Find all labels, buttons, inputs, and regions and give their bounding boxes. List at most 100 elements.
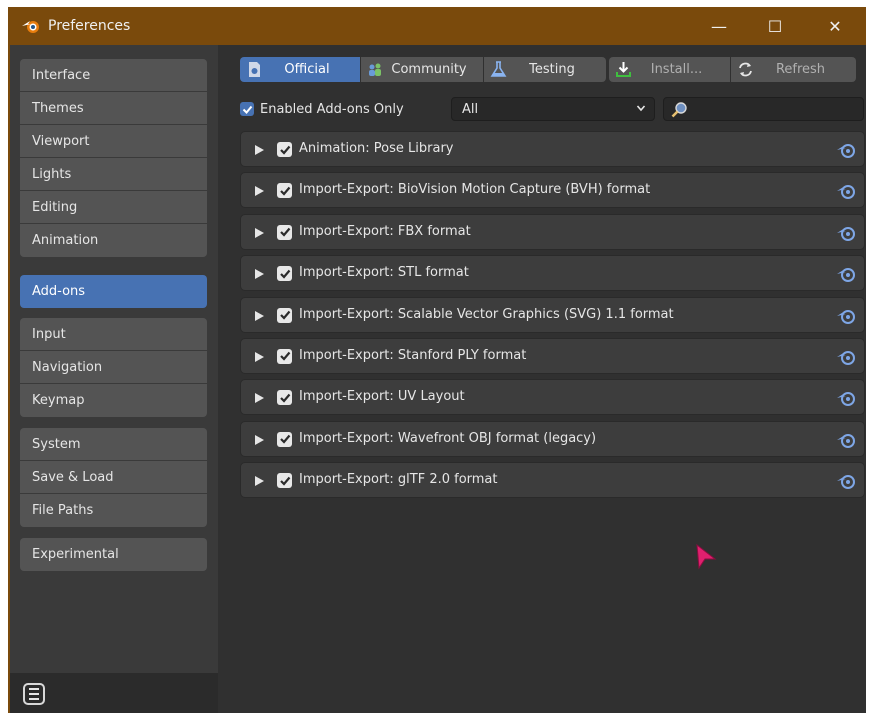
window-title: Preferences — [48, 18, 131, 34]
addon-name: Import-Export: STL format — [299, 265, 469, 281]
addon-row[interactable]: Import-Export: Wavefront OBJ format (leg… — [240, 420, 865, 457]
expand-arrow-icon[interactable] — [255, 310, 264, 321]
sidebar-item-save-load[interactable]: Save & Load — [20, 461, 207, 494]
official-blender-icon — [837, 309, 855, 324]
addon-name: Import-Export: glTF 2.0 format — [299, 472, 498, 488]
expand-arrow-icon[interactable] — [255, 351, 264, 362]
addon-enabled-checkbox[interactable] — [277, 473, 292, 489]
sidebar-group-addons: Add-ons — [20, 275, 207, 308]
support-level-tabs: Official Community Testing — [240, 57, 606, 82]
tab-testing[interactable]: Testing — [484, 57, 606, 82]
addon-enabled-checkbox[interactable] — [277, 183, 292, 199]
addon-row[interactable]: Import-Export: UV Layout — [240, 379, 865, 416]
addons-panel: Official Community Testing Install... Re… — [220, 45, 866, 713]
sidebar-item-file-paths[interactable]: File Paths — [20, 494, 207, 527]
addon-name: Import-Export: Stanford PLY format — [299, 347, 527, 363]
close-button[interactable]: ✕ — [812, 7, 858, 45]
official-blender-icon — [837, 433, 855, 448]
official-blender-icon — [837, 475, 855, 490]
preferences-window: Preferences — ☐ ✕ Interface Themes Viewp… — [8, 7, 866, 713]
addon-enabled-checkbox[interactable] — [277, 266, 292, 282]
sidebar-item-input[interactable]: Input — [20, 318, 207, 351]
tab-community[interactable]: Community — [361, 57, 484, 82]
sidebar-item-interface[interactable]: Interface — [20, 59, 207, 92]
maximize-icon: ☐ — [767, 16, 783, 36]
addon-enabled-checkbox[interactable] — [277, 307, 292, 323]
addon-name: Import-Export: Scalable Vector Graphics … — [299, 306, 674, 322]
expand-arrow-icon[interactable] — [255, 186, 264, 197]
addon-name: Import-Export: BioVision Motion Capture … — [299, 182, 651, 198]
enabled-only-toggle[interactable]: Enabled Add-ons Only — [240, 100, 404, 118]
official-blender-icon — [837, 185, 855, 200]
enabled-only-label: Enabled Add-ons Only — [260, 101, 404, 117]
official-blender-icon — [837, 226, 855, 241]
blender-logo-icon — [22, 21, 39, 33]
addon-name: Import-Export: UV Layout — [299, 389, 465, 405]
expand-arrow-icon[interactable] — [255, 227, 264, 238]
official-blender-icon — [837, 268, 855, 283]
official-blender-icon — [837, 350, 855, 365]
official-blender-icon — [837, 392, 855, 407]
addon-enabled-checkbox[interactable] — [277, 142, 292, 157]
sidebar-footer — [10, 673, 218, 713]
category-value: All — [462, 101, 479, 117]
maximize-button[interactable]: ☐ — [752, 7, 798, 45]
expand-arrow-icon[interactable] — [255, 393, 264, 404]
sidebar-item-lights[interactable]: Lights — [20, 158, 207, 191]
preferences-sidebar: Interface Themes Viewport Lights Editing… — [10, 45, 218, 713]
community-icon — [369, 63, 381, 76]
sidebar-item-experimental[interactable]: Experimental — [20, 538, 207, 571]
expand-arrow-icon[interactable] — [255, 476, 264, 487]
hamburger-menu-icon[interactable] — [23, 683, 45, 705]
sidebar-item-animation[interactable]: Animation — [20, 224, 207, 257]
search-icon — [671, 102, 687, 118]
addon-name: Import-Export: Wavefront OBJ format (leg… — [299, 430, 597, 446]
category-dropdown[interactable]: All — [451, 97, 655, 121]
minimize-icon: — — [711, 16, 727, 36]
sidebar-item-themes[interactable]: Themes — [20, 92, 207, 125]
minimize-button[interactable]: — — [696, 7, 742, 45]
expand-arrow-icon[interactable] — [255, 434, 264, 445]
addon-list: Animation: Pose Library Import-Export: Bi… — [240, 131, 865, 504]
addon-row[interactable]: Import-Export: BioVision Motion Capture … — [240, 172, 865, 209]
sidebar-group-input: Input Navigation Keymap — [20, 318, 207, 417]
sidebar-item-editing[interactable]: Editing — [20, 191, 207, 224]
sidebar-group-experimental: Experimental — [20, 538, 207, 571]
checkbox-checked-icon[interactable] — [240, 102, 254, 116]
install-refresh-group: Install... Refresh — [609, 57, 856, 82]
sidebar-item-system[interactable]: System — [20, 428, 207, 461]
expand-arrow-icon[interactable] — [255, 145, 264, 155]
mouse-cursor-icon — [696, 543, 717, 570]
addon-row[interactable]: Animation: Pose Library — [240, 131, 865, 167]
official-blender-icon — [837, 144, 855, 158]
addon-row[interactable]: Import-Export: Stanford PLY format — [240, 337, 865, 374]
addon-row[interactable]: Import-Export: STL format — [240, 255, 865, 292]
addon-name: Import-Export: FBX format — [299, 223, 471, 239]
refresh-button[interactable]: Refresh — [731, 57, 856, 82]
tab-official[interactable]: Official — [240, 57, 361, 82]
addon-row[interactable]: Import-Export: FBX format — [240, 213, 865, 250]
addon-enabled-checkbox[interactable] — [277, 224, 292, 240]
install-button[interactable]: Install... — [609, 57, 731, 82]
refresh-icon — [739, 62, 752, 77]
chevron-down-icon — [636, 105, 646, 112]
import-icon — [616, 62, 631, 77]
addon-enabled-checkbox[interactable] — [277, 348, 292, 364]
search-input[interactable] — [663, 97, 864, 121]
expand-arrow-icon[interactable] — [255, 269, 264, 280]
blend-file-icon — [249, 62, 260, 77]
addon-row[interactable]: Import-Export: glTF 2.0 format — [240, 462, 865, 499]
close-icon: ✕ — [828, 16, 842, 36]
flask-icon — [490, 61, 507, 77]
sidebar-group-display: Interface Themes Viewport Lights Editing… — [20, 59, 207, 257]
sidebar-item-add-ons[interactable]: Add-ons — [20, 275, 207, 308]
sidebar-item-navigation[interactable]: Navigation — [20, 351, 207, 384]
title-bar[interactable]: Preferences — ☐ ✕ — [10, 7, 864, 45]
addon-enabled-checkbox[interactable] — [277, 431, 292, 447]
addon-name: Animation: Pose Library — [299, 141, 454, 156]
sidebar-item-viewport[interactable]: Viewport — [20, 125, 207, 158]
addon-enabled-checkbox[interactable] — [277, 390, 292, 406]
addon-row[interactable]: Import-Export: Scalable Vector Graphics … — [240, 296, 865, 333]
sidebar-group-system: System Save & Load File Paths — [20, 428, 207, 527]
sidebar-item-keymap[interactable]: Keymap — [20, 384, 207, 417]
